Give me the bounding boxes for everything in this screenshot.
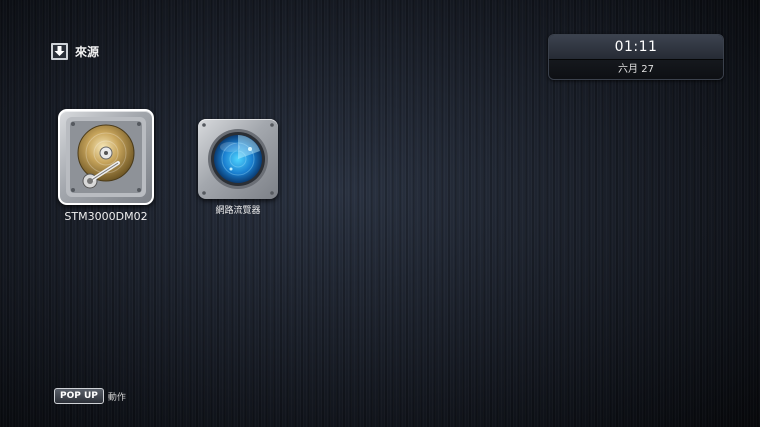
download-tray-icon	[51, 42, 68, 60]
media-player-screen: 來源 01:11 六月 27 STM3000DM02 網路流覽器 POP UP …	[0, 0, 760, 427]
network-browser-icon	[202, 123, 274, 195]
source-tile-label: STM3000DM02	[64, 210, 148, 223]
tile-frame	[58, 109, 154, 205]
clock-date: 六月 27	[549, 59, 723, 79]
clock-time: 01:11	[549, 35, 723, 59]
source-tile-label: 網路流覽器	[215, 206, 261, 216]
tile-frame	[198, 119, 278, 199]
source-tile-network-browser[interactable]: 網路流覽器	[198, 119, 278, 219]
source-tile-hard-drive[interactable]: STM3000DM02	[58, 109, 154, 224]
page-title: 來源	[75, 44, 100, 59]
hard-drive-icon	[66, 117, 146, 197]
popup-button[interactable]: POP UP	[54, 388, 104, 404]
action-label: 動作	[107, 392, 126, 403]
footer-hint: POP UP 動作	[54, 388, 126, 404]
source-header: 來源	[50, 41, 99, 61]
clock-panel: 01:11 六月 27	[548, 34, 724, 80]
